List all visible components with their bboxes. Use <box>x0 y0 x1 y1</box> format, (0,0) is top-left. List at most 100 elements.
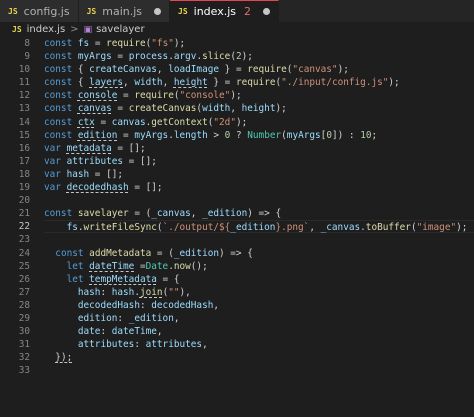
code-token: ); <box>241 51 253 63</box>
code-token: join <box>139 286 163 298</box>
code-line[interactable]: 32 }); <box>0 351 474 364</box>
tab-label: main.js <box>102 4 143 18</box>
code-token: const <box>44 77 78 89</box>
code-token: slice <box>202 51 231 63</box>
code-token: decodedHash <box>151 299 214 311</box>
line-number: 19 <box>18 182 30 194</box>
code-text: fs.writeFileSync(`./output/${_edition}.p… <box>44 220 474 234</box>
code-token: _canvas <box>320 222 361 234</box>
code-token: getContext <box>151 116 208 128</box>
code-line[interactable]: 22 fs.writeFileSync(`./output/${_edition… <box>0 220 474 234</box>
line-number: 8 <box>24 38 30 49</box>
code-token: const <box>55 247 90 259</box>
code-token: { <box>77 64 90 76</box>
code-text: var metadata = []; <box>44 142 474 155</box>
code-line[interactable]: 18 var hash = []; <box>0 168 474 181</box>
code-token: , <box>173 312 180 324</box>
line-number: 24 <box>18 247 30 259</box>
editor-tab-bar: JS config.js JS main.js JS index.js 2 <box>0 0 474 22</box>
code-text: let tempMetadata = { <box>44 273 474 286</box>
code-text: const myArgs = process.argv.slice(2); <box>44 50 474 63</box>
code-line[interactable]: 9 const myArgs = process.argv.slice(2); <box>0 50 474 63</box>
code-token: _canvas <box>151 208 191 220</box>
code-token: require <box>235 77 276 89</box>
code-token: }); <box>55 352 73 364</box>
code-token: "image" <box>416 222 457 234</box>
code-line[interactable]: 24 const addMetadata = (_edition) => { <box>0 247 474 260</box>
tab-main-js[interactable]: JS main.js <box>78 0 171 22</box>
code-token: }.png` <box>275 222 310 234</box>
code-token: "2d" <box>213 116 236 128</box>
code-token: : <box>139 299 152 311</box>
code-text: var hash = []; <box>44 168 474 181</box>
line-number: 22 <box>18 221 30 233</box>
javascript-file-icon: JS <box>12 25 22 34</box>
code-editor[interactable]: 8 const fs = require("fs"); 9 const myArgs … <box>0 37 474 377</box>
code-token: ? <box>230 129 248 141</box>
code-token: = <box>117 129 135 141</box>
code-token: require <box>134 90 174 102</box>
tab-label: config.js <box>23 4 70 18</box>
code-line[interactable]: 16 var metadata = []; <box>0 142 474 155</box>
code-line[interactable]: 14 const ctx = canvas.getContext("2d"); <box>0 116 474 129</box>
line-number: 17 <box>18 155 30 167</box>
line-number: 33 <box>18 365 30 377</box>
code-token: > <box>207 129 225 141</box>
code-line[interactable]: 31 attributes: attributes, <box>0 338 474 351</box>
code-token: attributes <box>66 155 124 167</box>
code-line[interactable]: 23 <box>0 233 474 246</box>
code-token: _edition <box>128 312 174 324</box>
code-line[interactable]: 19 var decodedhash = []; <box>0 181 474 194</box>
code-line[interactable]: 30 date: dateTime, <box>0 325 474 338</box>
code-token: _edition <box>173 247 219 259</box>
code-line[interactable]: 27 hash: hash.join(""), <box>0 286 474 299</box>
code-line[interactable]: 8 const fs = require("fs"); <box>0 37 474 50</box>
code-line[interactable]: 13 const canvas = createCanvas(width, hei… <box>0 102 474 115</box>
code-line[interactable]: 10 const { createCanvas, loadImage } = re… <box>0 63 474 76</box>
code-token: , <box>190 208 203 220</box>
code-token: ); <box>275 103 287 115</box>
code-line[interactable]: 12 const console = require("console"); <box>0 89 474 102</box>
breadcrumb-file[interactable]: index.js <box>27 24 66 35</box>
tab-config-js[interactable]: JS config.js <box>0 0 79 22</box>
code-line[interactable]: 25 let dateTime =Date.now(); <box>0 260 474 273</box>
code-token: , <box>123 77 135 89</box>
code-line[interactable]: 29 edition: _edition, <box>0 312 474 325</box>
breadcrumb-symbol[interactable]: savelayer <box>96 24 145 35</box>
line-number: 30 <box>18 326 30 338</box>
code-token: { <box>77 77 90 89</box>
code-token: "canvas" <box>292 64 338 76</box>
code-token: createCanvas <box>89 64 157 76</box>
code-token: width <box>202 103 231 115</box>
code-text: const console = require("console"); <box>44 89 474 102</box>
code-token: _edition <box>230 222 276 234</box>
code-line[interactable]: 11 const { layers, width, height } = requ… <box>0 76 474 89</box>
line-number: 9 <box>24 51 30 63</box>
code-line[interactable]: 26 let tempMetadata = { <box>0 273 474 286</box>
code-token: Number <box>247 129 282 141</box>
code-token: createCanvas <box>128 103 197 115</box>
code-line[interactable]: 17 var attributes = []; <box>0 155 474 168</box>
tab-index-js[interactable]: JS index.js 2 <box>170 0 280 22</box>
code-token: "" <box>168 286 180 298</box>
code-token: , <box>309 222 321 234</box>
unsaved-dot-icon[interactable] <box>263 8 271 15</box>
code-token: ]) : <box>331 129 361 141</box>
code-line[interactable]: 33 <box>0 364 474 377</box>
code-token: length <box>173 129 208 141</box>
code-token: = []; <box>111 142 146 154</box>
code-line[interactable]: 21 const savelayer = (_canvas, _edition) … <box>0 207 474 220</box>
code-line[interactable]: 20 <box>0 194 474 207</box>
code-line[interactable]: 15 const edition = myArgs.length > 0 ? Nu… <box>0 129 474 142</box>
javascript-file-icon: JS <box>8 6 18 16</box>
code-token: ctx <box>77 116 95 128</box>
unsaved-dot-icon[interactable] <box>154 7 162 15</box>
code-token: (); <box>190 260 208 272</box>
code-text: }); <box>44 351 474 364</box>
code-line[interactable]: 28 decodedHash: decodedHash, <box>0 299 474 312</box>
code-token: = { <box>156 273 180 285</box>
